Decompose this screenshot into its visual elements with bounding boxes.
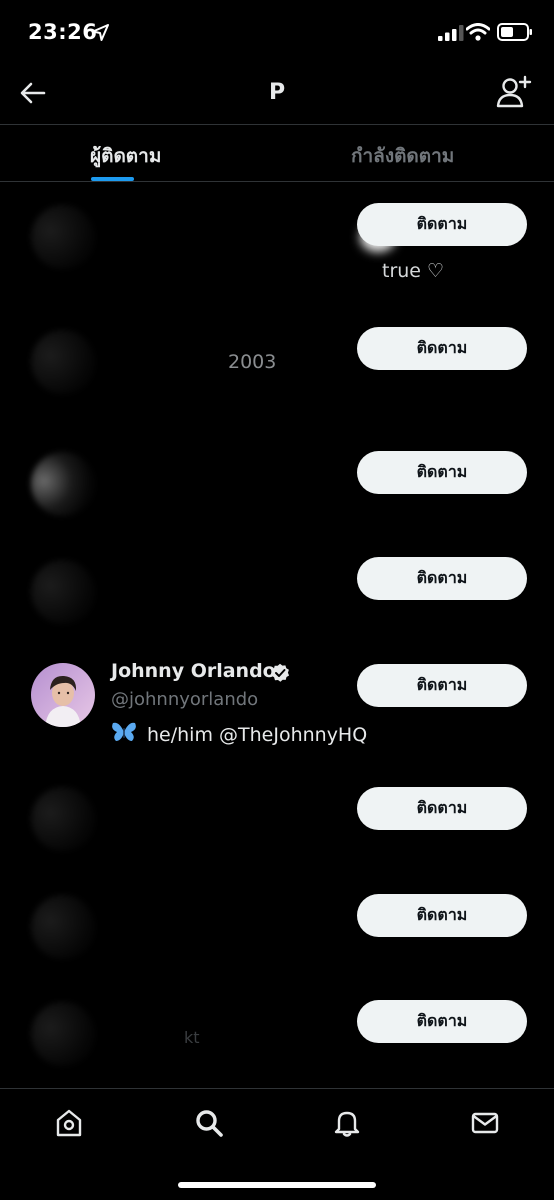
follow-button[interactable]: ติดตาม — [357, 664, 527, 707]
header: P — [0, 64, 554, 124]
tab-bar: ผู้ติดตาม กำลังติดตาม — [0, 124, 554, 182]
follow-button[interactable]: ติดตาม — [357, 894, 527, 937]
add-user-icon — [496, 75, 532, 113]
home-indicator[interactable] — [178, 1182, 376, 1188]
location-arrow-icon — [92, 24, 109, 45]
screen: 23:26 P ผู้ติดตาม กำลังติดตาม true ♡ ติด… — [0, 0, 554, 1200]
messages-icon — [470, 1108, 500, 1142]
follow-button[interactable]: ติดตาม — [357, 787, 527, 830]
bio-text: he/him @TheJohnnyHQ — [147, 723, 368, 746]
avatar[interactable] — [31, 1002, 95, 1066]
follow-button[interactable]: ติดตาม — [357, 327, 527, 370]
avatar[interactable] — [31, 560, 95, 624]
tab-following[interactable]: กำลังติดตาม — [351, 141, 454, 171]
display-name[interactable]: Johnny Orlando — [111, 660, 276, 682]
signal-icon — [438, 25, 464, 45]
butterfly-icon — [111, 721, 137, 748]
avatar[interactable] — [31, 330, 95, 394]
status-bar: 23:26 — [0, 0, 554, 64]
battery-icon — [497, 22, 533, 46]
user-bio: he/him @TheJohnnyHQ — [111, 721, 367, 748]
follow-button[interactable]: ติดตาม — [357, 451, 527, 494]
follow-button[interactable]: ติดตาม — [357, 1000, 527, 1043]
page-title: P — [268, 80, 286, 105]
bio-fragment: true ♡ — [382, 260, 445, 282]
follow-button[interactable]: ติดตาม — [357, 557, 527, 600]
status-time: 23:26 — [28, 20, 98, 44]
notifications-icon — [332, 1108, 362, 1142]
bio-fragment: kt — [184, 1028, 200, 1047]
avatar[interactable] — [31, 895, 95, 959]
active-tab-indicator — [91, 177, 134, 181]
follow-button[interactable]: ติดตาม — [357, 203, 527, 246]
nav-messages[interactable] — [465, 1105, 505, 1145]
avatar[interactable] — [31, 787, 95, 851]
add-user-button[interactable] — [494, 74, 534, 114]
avatar[interactable] — [31, 663, 95, 727]
nav-search[interactable] — [189, 1105, 229, 1145]
avatar[interactable] — [31, 452, 95, 516]
avatar[interactable] — [31, 205, 95, 269]
wifi-icon — [465, 23, 491, 45]
user-handle: @johnnyorlando — [111, 689, 259, 710]
nav-notifications[interactable] — [327, 1105, 367, 1145]
home-icon — [54, 1108, 84, 1142]
bio-fragment: 2003 — [228, 351, 277, 373]
verified-icon — [270, 663, 290, 687]
search-icon — [194, 1108, 224, 1142]
nav-home[interactable] — [49, 1105, 89, 1145]
tab-followers[interactable]: ผู้ติดตาม — [90, 141, 161, 171]
